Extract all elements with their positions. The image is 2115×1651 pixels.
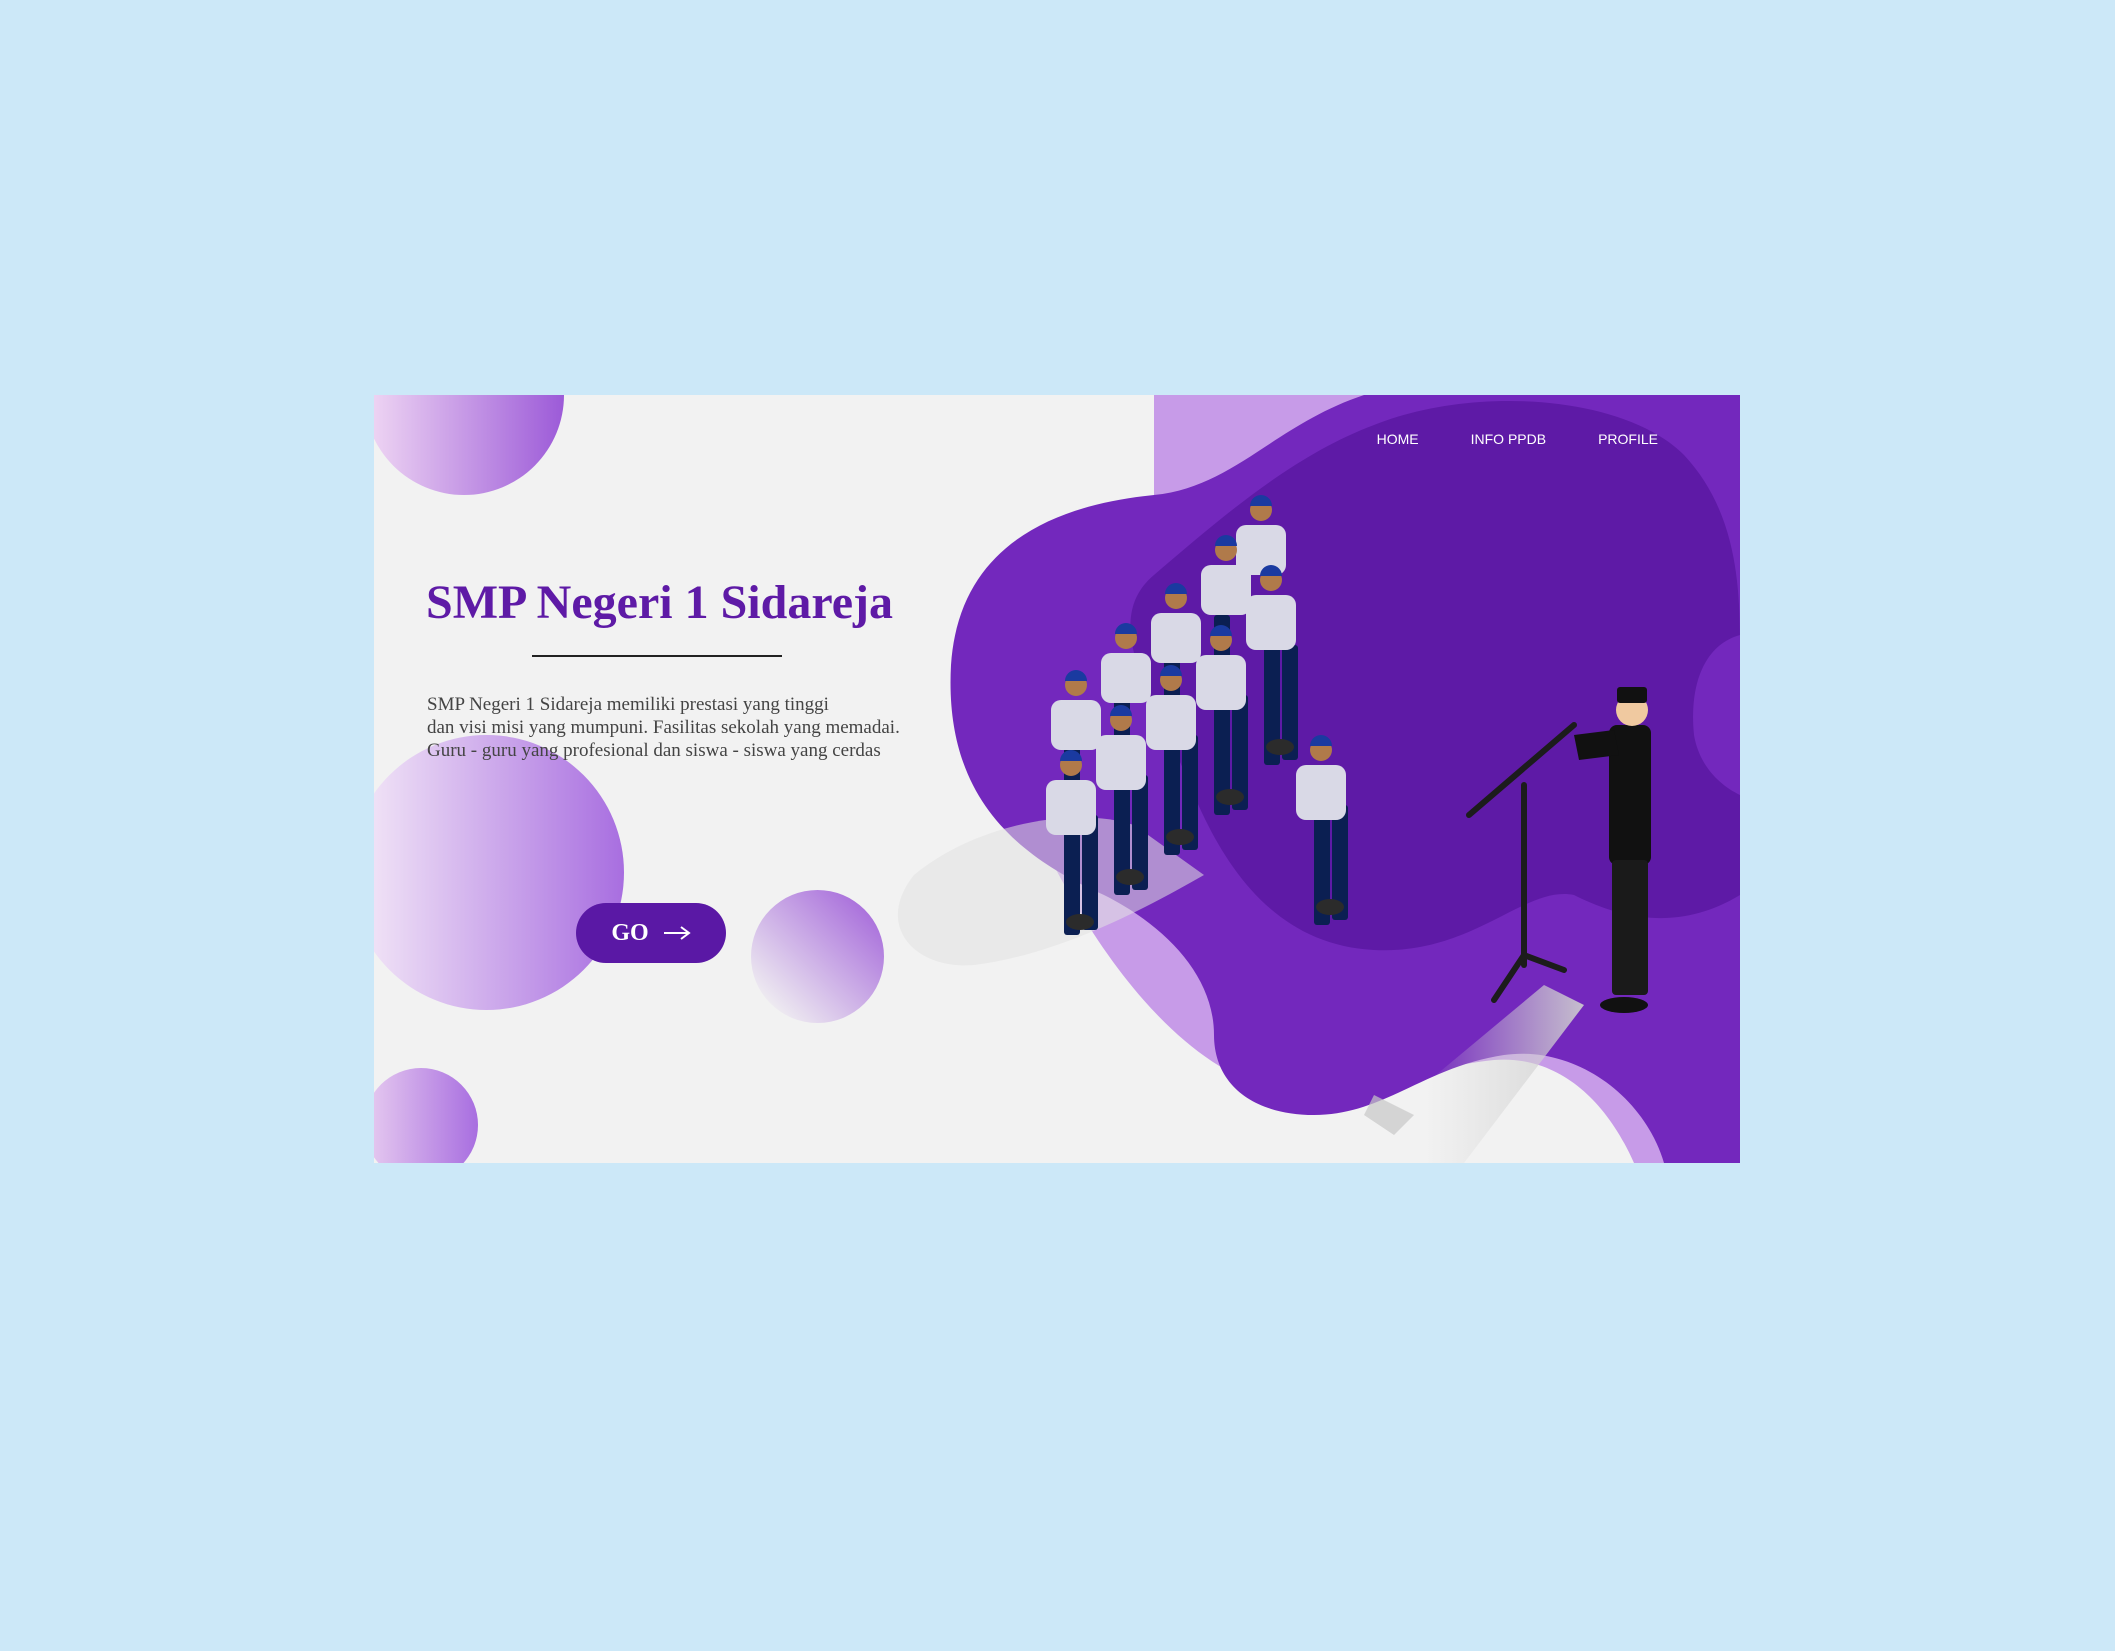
go-button-label: GO [611, 919, 649, 946]
description-line: SMP Negeri 1 Sidareja memiliki prestasi … [427, 694, 829, 715]
hero-description: SMP Negeri 1 Sidareja memiliki prestasi … [427, 693, 900, 762]
nav-info-ppdb[interactable]: INFO PPDB [1471, 431, 1546, 447]
hero-illustration [897, 395, 1740, 1163]
go-button[interactable]: GO [576, 903, 726, 963]
nav-home[interactable]: HOME [1377, 431, 1419, 447]
description-line: dan visi misi yang mumpuni. Fasilitas se… [427, 717, 900, 738]
landing-card: HOME INFO PPDB PROFILE SMP Negeri 1 Sida… [374, 395, 1740, 1163]
nav-profile[interactable]: PROFILE [1598, 431, 1658, 447]
stand-shadow [1364, 1095, 1414, 1135]
top-nav: HOME INFO PPDB PROFILE [1377, 431, 1658, 447]
arrow-right-icon [663, 926, 691, 940]
page-title: SMP Negeri 1 Sidareja [426, 576, 894, 629]
title-divider [532, 655, 782, 657]
description-line: Guru - guru yang profesional dan siswa -… [427, 740, 881, 761]
